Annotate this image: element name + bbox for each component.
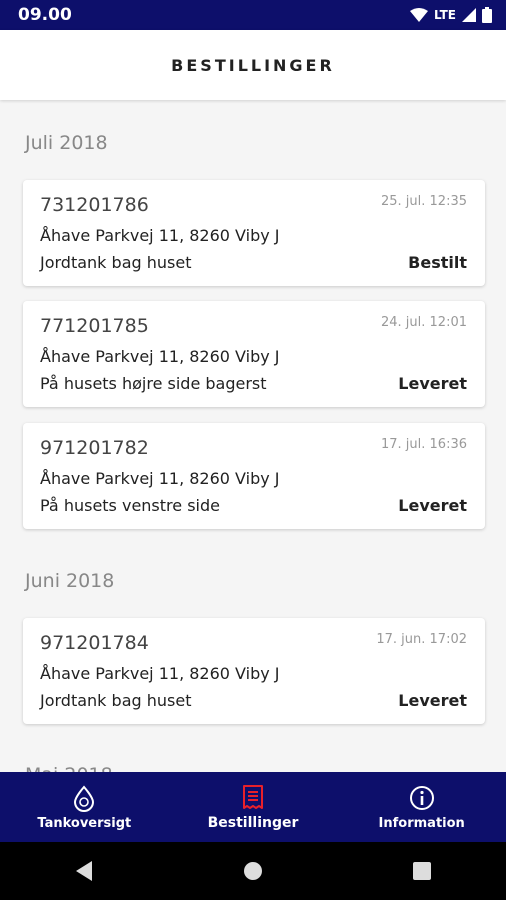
order-status: Bestilt [408,253,467,272]
section-header-juni: Juni 2018 [25,570,115,592]
status-bar: 09.00 LTE [0,0,506,30]
info-icon [409,785,434,810]
back-button[interactable] [54,842,114,900]
order-location: Jordtank bag huset [40,691,192,710]
order-location: Jordtank bag huset [40,253,192,272]
order-card[interactable]: 971201782 17. jul. 16:36 Åhave Parkvej 1… [23,423,485,529]
page-title: BESTILLINGER [171,55,335,75]
nav-label: Bestillinger [207,815,299,831]
order-location: På husets højre side bagerst [40,374,267,393]
order-status: Leveret [398,691,467,710]
order-status: Leveret [398,496,467,515]
order-date: 25. jul. 12:35 [381,194,467,209]
back-triangle-icon [76,861,93,881]
recents-square-icon [412,862,431,880]
order-card[interactable]: 771201785 24. jul. 12:01 Åhave Parkvej 1… [23,301,485,407]
section-header-maj: Maj 2018 [25,764,113,772]
order-status: Leveret [398,374,467,393]
network-label: LTE [433,8,456,22]
order-address: Åhave Parkvej 11, 8260 Viby J [40,469,280,488]
order-card[interactable]: 731201786 25. jul. 12:35 Åhave Parkvej 1… [23,180,485,286]
tank-drop-icon [74,785,95,812]
order-address: Åhave Parkvej 11, 8260 Viby J [40,226,280,245]
order-card[interactable]: 971201784 17. jun. 17:02 Åhave Parkvej 1… [23,618,485,724]
home-button[interactable] [223,842,283,900]
order-location: På husets venstre side [40,496,220,515]
app-bar: BESTILLINGER [0,30,506,100]
order-date: 24. jul. 12:01 [381,315,467,330]
order-address: Åhave Parkvej 11, 8260 Viby J [40,664,280,683]
order-number: 771201785 [40,315,149,337]
wifi-icon [409,8,428,22]
nav-tankoversigt[interactable]: Tankoversigt [0,772,169,842]
order-date: 17. jul. 16:36 [381,437,467,452]
nav-bestillinger[interactable]: Bestillinger [169,772,338,842]
system-navigation-bar [0,842,506,900]
nav-label: Tankoversigt [37,815,132,831]
receipt-icon [243,785,263,809]
status-time: 09.00 [18,5,72,25]
order-address: Åhave Parkvej 11, 8260 Viby J [40,347,280,366]
signal-icon [462,8,476,22]
bottom-navigation: Tankoversigt Bestillinger Information [0,772,506,842]
order-number: 731201786 [40,194,149,216]
nav-information[interactable]: Information [337,772,506,842]
recents-button[interactable] [392,842,452,900]
home-circle-icon [243,862,262,880]
order-number: 971201784 [40,632,149,654]
section-header-juli: Juli 2018 [25,132,108,154]
battery-icon [482,7,492,23]
status-icons: LTE [409,7,492,23]
orders-list[interactable]: Juli 2018 731201786 25. jul. 12:35 Åhave… [0,100,506,772]
nav-label: Information [378,815,465,831]
order-date: 17. jun. 17:02 [376,632,467,647]
order-number: 971201782 [40,437,149,459]
